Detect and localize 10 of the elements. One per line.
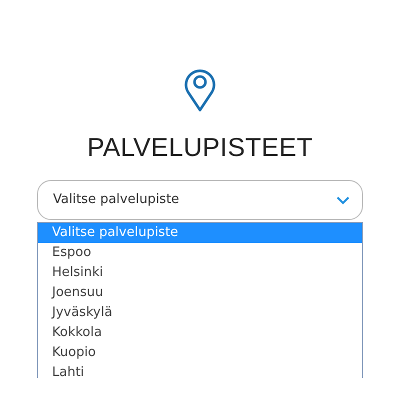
service-point-select[interactable]: Valitse palvelupiste	[37, 180, 363, 220]
dropdown-option[interactable]: Joensuu	[38, 283, 362, 303]
page-title: PALVELUPISTEET	[86, 132, 314, 162]
dropdown-option[interactable]: Helsinki	[38, 263, 362, 283]
dropdown-option[interactable]: Kokkola	[38, 323, 362, 343]
chevron-down-icon	[336, 196, 350, 204]
dropdown-option[interactable]: Espoo	[38, 243, 362, 263]
dropdown-option[interactable]: Lahti	[38, 363, 362, 378]
dropdown-option[interactable]: Jyväskylä	[38, 303, 362, 323]
dropdown-option[interactable]: Kuopio	[38, 343, 362, 363]
